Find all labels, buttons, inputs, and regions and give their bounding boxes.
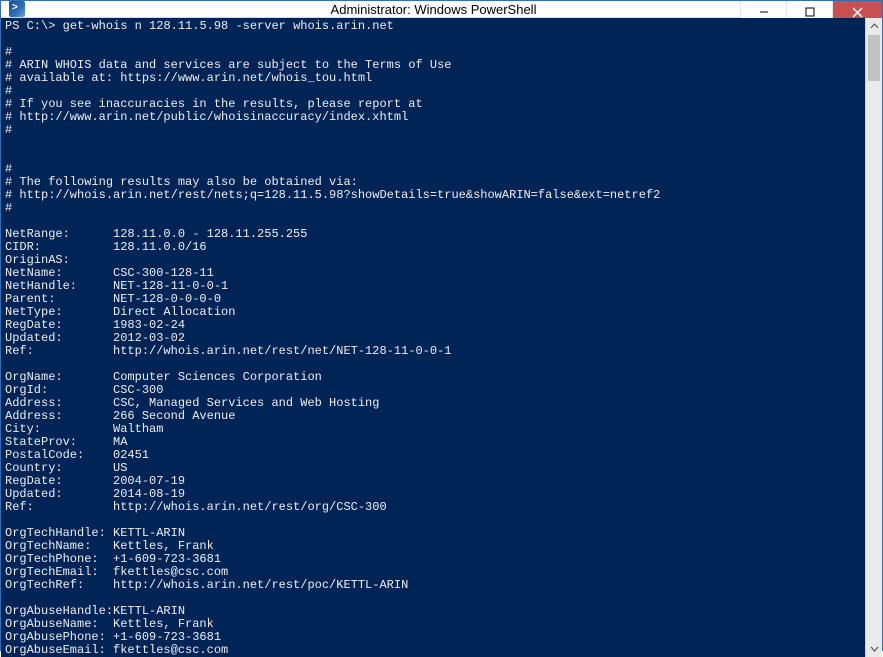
field-label: Ref: <box>5 345 113 358</box>
field-value: fkettles@csc.com <box>113 643 228 657</box>
close-icon <box>852 7 863 18</box>
terminal-output[interactable]: PS C:\> get-whois n 128.11.5.98 -server … <box>1 18 865 657</box>
command-line: get-whois n 128.11.5.98 -server whois.ar… <box>63 19 394 33</box>
field-label: OrgTechRef: <box>5 579 113 592</box>
field-value: Direct Allocation <box>113 305 235 319</box>
scroll-up-button[interactable] <box>866 18 882 35</box>
field-value: 128.11.0.0 - 128.11.255.255 <box>113 227 307 241</box>
comment-line: # http://www.arin.net/public/whoisinaccu… <box>5 110 408 124</box>
vertical-scrollbar[interactable] <box>865 18 882 657</box>
chevron-up-icon <box>870 22 879 31</box>
comment-line: # <box>5 45 12 59</box>
comment-line: # <box>5 84 12 98</box>
powershell-icon <box>9 1 25 17</box>
field-value: http://whois.arin.net/rest/org/CSC-300 <box>113 500 387 514</box>
scroll-track[interactable] <box>866 35 882 640</box>
minimize-icon <box>759 7 769 17</box>
field-label: Ref: <box>5 501 113 514</box>
scroll-down-button[interactable] <box>866 640 882 657</box>
field-value: +1-609-723-3681 <box>113 552 221 566</box>
comment-line: # <box>5 201 12 215</box>
field-value: NET-128-0-0-0-0 <box>113 292 221 306</box>
scroll-thumb[interactable] <box>868 35 880 81</box>
comment-line: # The following results may also be obta… <box>5 175 358 189</box>
field-value: 02451 <box>113 448 149 462</box>
field-value: fkettles@csc.com <box>113 565 228 579</box>
field-value: 2004-07-19 <box>113 474 185 488</box>
field-value: Waltham <box>113 422 163 436</box>
maximize-icon <box>805 7 815 17</box>
field-value: CSC-300 <box>113 383 163 397</box>
comment-line: # <box>5 123 12 137</box>
comment-line: # http://whois.arin.net/rest/nets;q=128.… <box>5 188 660 202</box>
titlebar[interactable]: Administrator: Windows PowerShell <box>1 1 882 18</box>
client-area: PS C:\> get-whois n 128.11.5.98 -server … <box>1 18 882 657</box>
comment-line: # <box>5 162 12 176</box>
powershell-window: Administrator: Windows PowerShell PS C:\… <box>0 0 883 651</box>
field-value: MA <box>113 435 127 449</box>
field-value: Kettles, Frank <box>113 617 214 631</box>
field-value: 266 Second Avenue <box>113 409 235 423</box>
chevron-down-icon <box>870 644 879 653</box>
field-value: 1983-02-24 <box>113 318 185 332</box>
field-value: KETTL-ARIN <box>113 526 185 540</box>
field-value: Kettles, Frank <box>113 539 214 553</box>
field-value: US <box>113 461 127 475</box>
field-value: 2012-03-02 <box>113 331 185 345</box>
field-value: 2014-08-19 <box>113 487 185 501</box>
field-value: http://whois.arin.net/rest/poc/KETTL-ARI… <box>113 578 408 592</box>
field-value: CSC-300-128-11 <box>113 266 214 280</box>
field-value: NET-128-11-0-0-1 <box>113 279 228 293</box>
field-value: http://whois.arin.net/rest/net/NET-128-1… <box>113 344 451 358</box>
field-value: 128.11.0.0/16 <box>113 240 207 254</box>
prompt: PS C:\> <box>5 19 55 33</box>
comment-line: # ARIN WHOIS data and services are subje… <box>5 58 451 72</box>
field-value: CSC, Managed Services and Web Hosting <box>113 396 379 410</box>
comment-line: # available at: https://www.arin.net/who… <box>5 71 372 85</box>
field-value: +1-609-723-3681 <box>113 630 221 644</box>
field-value: KETTL-ARIN <box>113 604 185 618</box>
comment-line: # If you see inaccuracies in the results… <box>5 97 423 111</box>
field-value: Computer Sciences Corporation <box>113 370 322 384</box>
